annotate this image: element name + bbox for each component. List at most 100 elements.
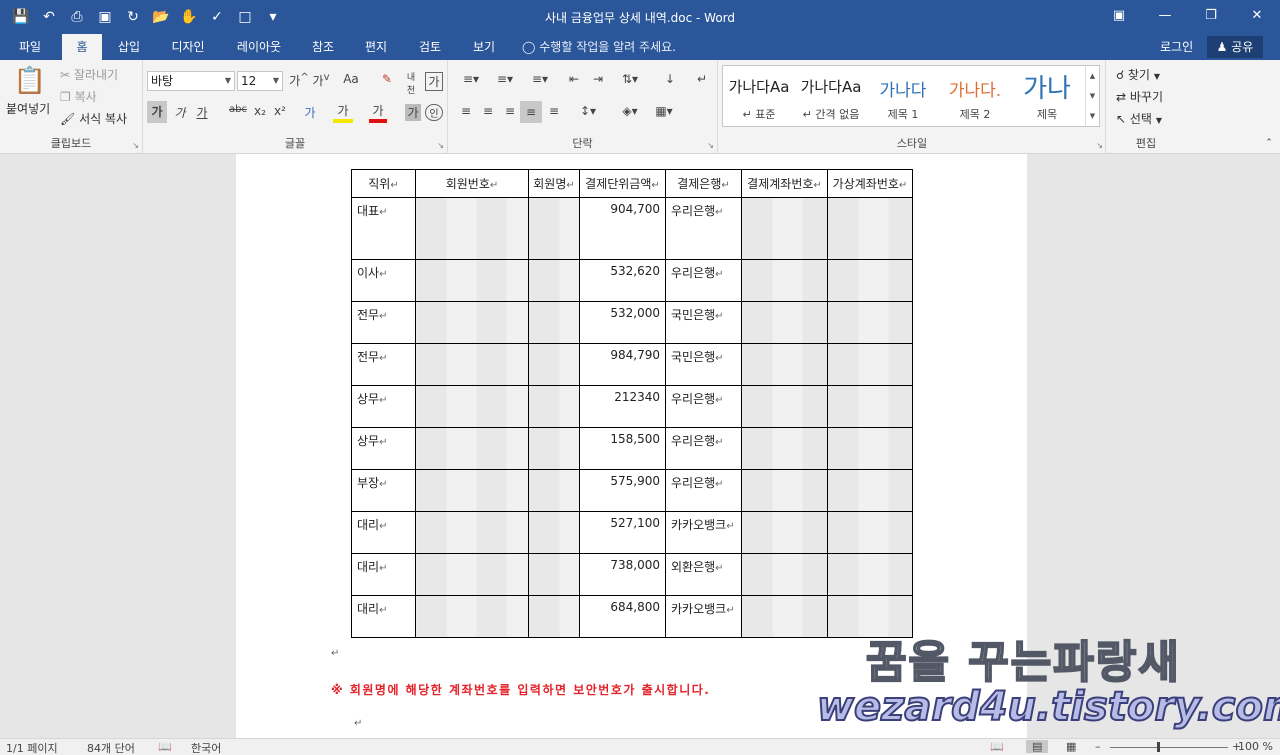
bullets-icon[interactable]: ≡▾ bbox=[456, 72, 486, 86]
close-icon[interactable]: ✕ bbox=[1234, 0, 1280, 30]
clear-format-icon[interactable]: ✎ bbox=[377, 72, 397, 86]
read-mode-icon[interactable]: 📖 bbox=[990, 740, 1004, 753]
print-layout-icon[interactable]: ▤ bbox=[1026, 740, 1049, 753]
character-border-icon[interactable]: 가 bbox=[425, 72, 443, 91]
redacted-member-name bbox=[528, 197, 580, 260]
share-button[interactable]: ♟ 공유 bbox=[1207, 36, 1263, 58]
font-size-combo[interactable]: 12 ▼ bbox=[237, 71, 283, 91]
strikethrough-icon[interactable]: abc bbox=[227, 104, 249, 115]
font-label: 글꼴 bbox=[284, 137, 306, 150]
tab-review[interactable]: 검토 bbox=[408, 34, 452, 60]
ribbon: 📋 붙여넣기 ✂ 잘라내기 ❐ 복사 🖌 서식 복사 클립보드 ↘ 바탕 ▼ 12… bbox=[0, 60, 1280, 154]
position-cell: 대리↵ bbox=[351, 511, 416, 554]
header-cell: 결제단위금액↵ bbox=[579, 169, 666, 198]
italic-icon[interactable]: 가 bbox=[171, 104, 189, 121]
underline-icon[interactable]: 가 bbox=[193, 104, 211, 121]
chevron-down-icon: ▼ bbox=[1153, 72, 1160, 81]
zoom-slider[interactable] bbox=[1110, 747, 1228, 748]
header-text: 직위 bbox=[368, 177, 391, 191]
distributed-icon[interactable]: ≡ bbox=[544, 104, 564, 118]
multilevel-list-icon[interactable]: ≡▾ bbox=[524, 72, 556, 86]
watermark-korean: 꿈을 꾸는파랑새 bbox=[865, 636, 1181, 689]
position-cell: 대리↵ bbox=[351, 553, 416, 596]
dialog-launcher-icon[interactable]: ↘ bbox=[132, 141, 139, 150]
text-effects-icon[interactable]: 가 bbox=[301, 104, 319, 121]
redacted-member-name bbox=[528, 259, 580, 302]
select-button[interactable]: ↖ 선택 ▼ bbox=[1116, 110, 1162, 127]
bank-cell: 국민은행↵ bbox=[665, 343, 742, 386]
signin-link[interactable]: 로그인 bbox=[1160, 34, 1193, 60]
copy-button[interactable]: ❐ 복사 bbox=[60, 88, 97, 105]
bold-icon[interactable]: 가 bbox=[147, 101, 167, 123]
asian-layout-icon[interactable]: ⇅▾ bbox=[616, 72, 644, 86]
page-count[interactable]: 1/1 페이지 bbox=[6, 740, 58, 755]
highlight-icon[interactable]: 가 bbox=[333, 102, 353, 123]
enclose-characters-icon[interactable]: 인 bbox=[425, 104, 443, 121]
font-color-icon[interactable]: 가 bbox=[369, 102, 387, 123]
language-indicator[interactable]: 한국어 bbox=[191, 740, 221, 755]
position-text: 대리 bbox=[357, 518, 380, 532]
zoom-slider-thumb[interactable] bbox=[1157, 742, 1160, 752]
superscript-icon[interactable]: x² bbox=[271, 104, 289, 118]
redacted-account-number bbox=[741, 385, 828, 428]
character-shading-icon[interactable]: 가 bbox=[405, 104, 421, 121]
subscript-icon[interactable]: x₂ bbox=[251, 104, 269, 118]
redacted-virtual-account bbox=[827, 197, 913, 260]
bank-cell: 카카오뱅크↵ bbox=[665, 511, 742, 554]
format-painter-button[interactable]: 🖌 서식 복사 bbox=[60, 110, 127, 127]
collapse-ribbon-icon[interactable]: ⌃ bbox=[1262, 138, 1276, 148]
line-spacing-icon[interactable]: ↕▾ bbox=[574, 104, 602, 118]
show-marks-icon[interactable]: ↵ bbox=[692, 72, 712, 86]
phonetic-guide-icon[interactable]: 내천 bbox=[401, 70, 421, 96]
align-right-icon[interactable]: ≡ bbox=[500, 104, 520, 118]
justify-icon[interactable]: ≡ bbox=[520, 101, 542, 123]
dialog-launcher-icon[interactable]: ↘ bbox=[707, 141, 714, 150]
tab-file[interactable]: 파일 bbox=[8, 34, 52, 60]
tab-mailings[interactable]: 편지 bbox=[354, 34, 398, 60]
chevron-down-icon: ▼ bbox=[1155, 116, 1162, 125]
zoom-out-icon[interactable]: – bbox=[1095, 740, 1101, 753]
dialog-launcher-icon[interactable]: ↘ bbox=[1096, 141, 1103, 150]
paragraph-label: 단락 bbox=[572, 137, 593, 150]
header-text: 회원명 bbox=[533, 177, 567, 191]
change-case-icon[interactable]: Aa bbox=[339, 72, 363, 86]
web-layout-icon[interactable]: ▦ bbox=[1066, 740, 1076, 753]
paste-icon[interactable]: 📋 bbox=[12, 66, 48, 96]
find-button[interactable]: ☌ 찾기 ▼ bbox=[1116, 66, 1160, 83]
header-text: 결제단위금액 bbox=[585, 177, 652, 191]
align-left-icon[interactable]: ≡ bbox=[456, 104, 476, 118]
grow-font-icon[interactable]: 가^ bbox=[289, 72, 309, 89]
tab-layout[interactable]: 레이아웃 bbox=[226, 34, 292, 60]
cut-button[interactable]: ✂ 잘라내기 bbox=[60, 66, 118, 83]
numbering-icon[interactable]: ≡▾ bbox=[490, 72, 520, 86]
finance-table: 직위↵ 회원번호↵ 회원명↵ 결제단위금액↵ 결제은행↵ 결제계좌번호↵ 가상계… bbox=[351, 169, 913, 638]
font-name-combo[interactable]: 바탕 ▼ bbox=[147, 71, 235, 91]
header-cell: 회원명↵ bbox=[528, 169, 580, 198]
replace-button[interactable]: ⇄ 바꾸기 bbox=[1116, 88, 1163, 105]
paragraph-mark: ↵ bbox=[354, 718, 363, 729]
minimize-icon[interactable]: — bbox=[1142, 0, 1188, 30]
tab-view[interactable]: 보기 bbox=[462, 34, 506, 60]
shading-icon[interactable]: ◈▾ bbox=[616, 104, 644, 118]
tab-insert[interactable]: 삽입 bbox=[108, 34, 150, 60]
bank-text: 우리은행 bbox=[671, 204, 716, 218]
decrease-indent-icon[interactable]: ⇤ bbox=[564, 72, 584, 86]
dialog-launcher-icon[interactable]: ↘ bbox=[437, 141, 444, 150]
increase-indent-icon[interactable]: ⇥ bbox=[588, 72, 608, 86]
zoom-level[interactable]: 100 % bbox=[1238, 740, 1273, 753]
tab-references[interactable]: 참조 bbox=[302, 34, 344, 60]
tab-home[interactable]: 홈 bbox=[62, 34, 102, 60]
word-count[interactable]: 84개 단어 bbox=[87, 740, 135, 755]
sort-icon[interactable]: ↓ bbox=[660, 72, 680, 86]
window-controls: ▣ — ❐ ✕ bbox=[1096, 0, 1280, 30]
align-center-icon[interactable]: ≡ bbox=[478, 104, 498, 118]
paste-button[interactable]: 붙여넣기 bbox=[6, 100, 50, 117]
proofing-icon[interactable]: 📖 bbox=[158, 740, 172, 753]
restore-icon[interactable]: ❐ bbox=[1188, 0, 1234, 30]
shrink-font-icon[interactable]: 가v bbox=[311, 72, 331, 89]
borders-icon[interactable]: ▦▾ bbox=[650, 104, 678, 118]
tab-design[interactable]: 디자인 bbox=[160, 34, 216, 60]
ribbon-display-icon[interactable]: ▣ bbox=[1096, 0, 1142, 30]
redacted-account-number bbox=[741, 301, 828, 344]
tell-me-box[interactable]: ◯ 수행할 작업을 알려 주세요. bbox=[522, 34, 676, 60]
